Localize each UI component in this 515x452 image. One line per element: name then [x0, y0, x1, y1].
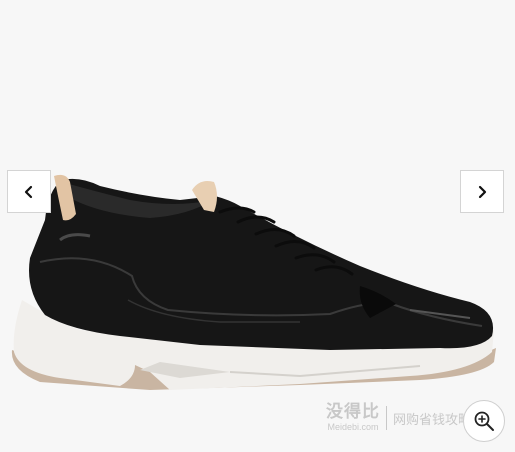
zoom-in-icon [474, 411, 494, 431]
watermark-logo: 没得比 Meidebi.com [326, 404, 380, 432]
chevron-right-icon [478, 185, 487, 198]
previous-image-button[interactable] [7, 170, 51, 213]
chevron-left-icon [24, 185, 33, 198]
watermark-slogan: 网购省钱攻略 [393, 412, 472, 428]
product-image [11, 174, 496, 390]
watermark-site-text: Meidebi.com [327, 422, 379, 432]
zoom-button[interactable] [463, 400, 505, 442]
watermark-divider [386, 406, 387, 430]
watermark-logo-text: 没得比 [326, 402, 380, 422]
watermark: 没得比 Meidebi.com 网购省钱攻略 [326, 400, 471, 436]
product-image-gallery: 没得比 Meidebi.com 网购省钱攻略 [0, 0, 515, 452]
next-image-button[interactable] [460, 170, 504, 213]
